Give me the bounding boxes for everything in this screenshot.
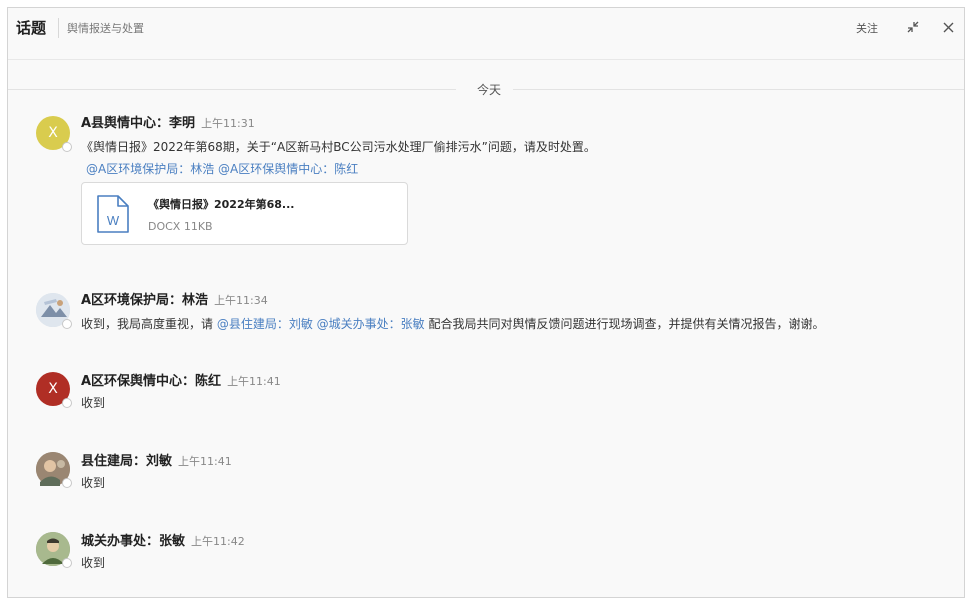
status-dot bbox=[62, 142, 72, 152]
message-text: 《舆情日报》2022年第68期，关于“A区新马村BC公司污水处理厂偷排污水”问题… bbox=[81, 140, 596, 154]
header-divider bbox=[8, 59, 964, 60]
date-divider-label: 今天 bbox=[477, 83, 502, 97]
avatar[interactable] bbox=[36, 452, 72, 488]
message-sender: A区环境保护局：林浩 上午11:34 bbox=[81, 289, 268, 308]
sender-name: 县住建局：刘敏 bbox=[81, 454, 173, 469]
sender-name: 城关办事处：张敏 bbox=[81, 534, 186, 549]
message-text: 收到 bbox=[81, 476, 106, 490]
message-sender: 县住建局：刘敏 上午11:41 bbox=[81, 450, 232, 469]
follow-button[interactable]: 关注 bbox=[856, 20, 878, 36]
message-sender: A区环保舆情中心：陈红 上午11:41 bbox=[81, 370, 281, 389]
message-time: 上午11:34 bbox=[214, 294, 268, 307]
collapse-icon-graphic bbox=[907, 21, 919, 33]
avatar-letter: X bbox=[48, 381, 58, 397]
message-text-prefix: 收到，我局高度重视，请 bbox=[81, 317, 217, 331]
title-bar: 话题 舆情报送与处置 关注 bbox=[8, 8, 964, 54]
status-dot bbox=[62, 558, 72, 568]
date-divider: 今天 bbox=[8, 80, 964, 100]
close-icon-graphic bbox=[943, 22, 953, 32]
sender-name: A区环保舆情中心：陈红 bbox=[81, 374, 222, 389]
status-dot bbox=[62, 319, 72, 329]
file-attachment[interactable]: W 《舆情日报》2022年第68... DOCX 11KB bbox=[81, 182, 408, 245]
mention-links[interactable]: @A区环境保护局：林浩 @A区环保舆情中心：陈红 bbox=[86, 160, 358, 177]
status-dot bbox=[62, 478, 72, 488]
sender-name: A县舆情中心：李明 bbox=[81, 116, 196, 131]
close-icon[interactable] bbox=[938, 17, 958, 37]
doc-icon-letter: W bbox=[107, 213, 120, 228]
attachment-name: 《舆情日报》2022年第68... bbox=[148, 198, 295, 211]
date-divider-line-right bbox=[513, 89, 964, 90]
sender-name: A区环境保护局：林浩 bbox=[81, 293, 209, 308]
mention-link[interactable]: @县住建局：刘敏 bbox=[217, 317, 313, 331]
topic-window: 话题 舆情报送与处置 关注 今天 X A县舆情中心：李明 上午11:31 《舆情… bbox=[7, 7, 965, 598]
message-sender: A县舆情中心：李明 上午11:31 bbox=[81, 112, 255, 131]
attachment-meta: DOCX 11KB bbox=[148, 220, 213, 233]
mention-link[interactable]: @城关办事处：张敏 bbox=[317, 317, 425, 331]
message-text: 收到 bbox=[81, 556, 106, 570]
title-divider bbox=[58, 18, 59, 38]
message-time: 上午11:41 bbox=[178, 455, 232, 468]
message-time: 上午11:41 bbox=[227, 375, 281, 388]
avatar[interactable] bbox=[36, 293, 72, 329]
avatar[interactable]: X bbox=[36, 372, 72, 408]
date-divider-line-left bbox=[8, 89, 456, 90]
message-sender: 城关办事处：张敏 上午11:42 bbox=[81, 530, 245, 549]
status-dot bbox=[62, 398, 72, 408]
topic-subtitle: 舆情报送与处置 bbox=[67, 22, 144, 35]
message-text-suffix: 配合我局共同对舆情反馈问题进行现场调查，并提供有关情况报告，谢谢。 bbox=[424, 317, 825, 331]
collapse-icon[interactable] bbox=[903, 17, 923, 37]
message-text: 收到，我局高度重视，请 @县住建局：刘敏 @城关办事处：张敏 配合我局共同对舆情… bbox=[81, 315, 825, 332]
avatar[interactable] bbox=[36, 532, 72, 568]
message-text: 收到 bbox=[81, 396, 106, 410]
avatar[interactable]: X bbox=[36, 116, 72, 152]
avatar-letter: X bbox=[48, 125, 58, 141]
message-time: 上午11:31 bbox=[201, 117, 255, 130]
word-doc-icon: W bbox=[97, 195, 129, 233]
window-title: 话题 bbox=[16, 19, 47, 37]
message-time: 上午11:42 bbox=[191, 535, 245, 548]
